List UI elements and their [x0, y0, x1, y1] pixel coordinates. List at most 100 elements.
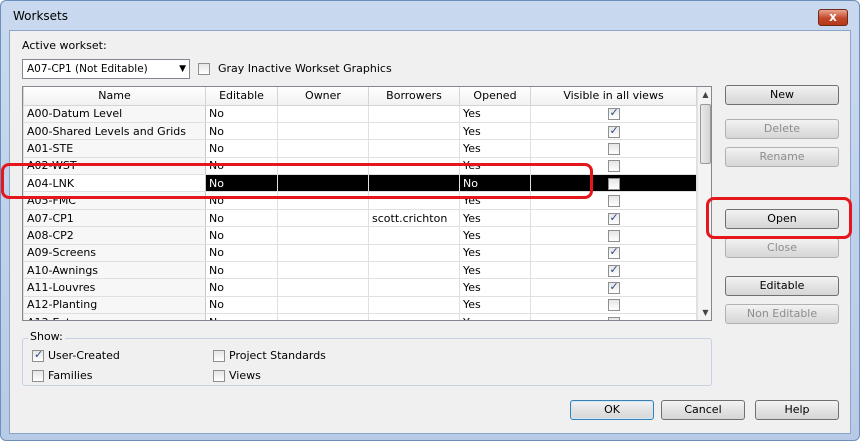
cell-opened[interactable]: Yes	[459, 121, 531, 141]
scroll-up-icon[interactable]: ▲	[698, 87, 711, 102]
scrollbar-thumb[interactable]	[700, 104, 711, 164]
rename-button[interactable]: Rename	[725, 147, 839, 167]
cell-owner[interactable]	[277, 295, 369, 315]
cancel-button[interactable]: Cancel	[661, 400, 745, 420]
non-editable-button[interactable]: Non Editable	[725, 304, 839, 324]
cell-owner[interactable]	[277, 261, 369, 280]
cell-visible[interactable]	[530, 226, 697, 245]
visible-checkbox[interactable]	[607, 211, 620, 225]
project-standards-checkbox[interactable]: Project Standards	[213, 349, 326, 362]
cell-borrowers[interactable]	[368, 313, 460, 320]
visible-checkbox[interactable]	[607, 316, 620, 320]
cell-opened[interactable]: Yes	[459, 295, 531, 315]
cell-name[interactable]: A01-STE	[23, 139, 206, 158]
cell-name[interactable]: A09-Screens	[23, 243, 206, 263]
cell-editable[interactable]: No	[205, 313, 278, 320]
gray-inactive-checkbox-box[interactable]	[198, 62, 210, 75]
column-header-owner[interactable]: Owner	[277, 87, 369, 106]
cell-owner[interactable]	[277, 121, 369, 141]
cell-borrowers[interactable]	[368, 121, 460, 141]
cell-name[interactable]: A12-Planting	[23, 295, 206, 315]
project-standards-checkbox-box[interactable]	[213, 349, 225, 362]
cell-borrowers[interactable]	[368, 139, 460, 158]
table-row[interactable]: A09-Screens No Yes	[23, 243, 697, 263]
cell-editable[interactable]: No	[205, 104, 278, 123]
cell-editable[interactable]: No	[205, 278, 278, 297]
cell-opened[interactable]: Yes	[459, 104, 531, 123]
table-row[interactable]: A00-Shared Levels and Grids No Yes	[23, 121, 697, 141]
column-header-visible[interactable]: Visible in all views	[530, 87, 697, 106]
cell-owner[interactable]	[277, 243, 369, 263]
delete-button[interactable]: Delete	[725, 119, 839, 139]
cell-name[interactable]: A10-Awnings	[23, 261, 206, 280]
visible-checkbox[interactable]	[607, 229, 620, 242]
views-checkbox[interactable]: Views	[213, 369, 261, 382]
cell-editable[interactable]: No	[205, 139, 278, 158]
cell-borrowers[interactable]	[368, 226, 460, 245]
families-checkbox[interactable]: Families	[32, 369, 92, 382]
column-header-opened[interactable]: Opened	[459, 87, 531, 106]
visible-checkbox[interactable]	[607, 263, 620, 277]
ok-button[interactable]: OK	[570, 400, 654, 420]
cell-editable[interactable]: No	[205, 208, 278, 228]
cell-visible[interactable]	[530, 104, 697, 123]
table-row[interactable]: A01-STE No Yes	[23, 139, 697, 158]
visible-checkbox[interactable]	[607, 106, 620, 121]
editable-button[interactable]: Editable	[725, 276, 839, 296]
cell-visible[interactable]	[530, 139, 697, 158]
cell-visible[interactable]	[530, 313, 697, 320]
cell-opened[interactable]: Yes	[459, 243, 531, 263]
visible-checkbox[interactable]	[607, 299, 620, 312]
cell-visible[interactable]	[530, 278, 697, 297]
cell-name[interactable]: A08-CP2	[23, 226, 206, 245]
user-created-checkbox-box[interactable]	[32, 348, 44, 362]
cell-name[interactable]: A07-CP1	[23, 208, 206, 228]
cell-name[interactable]: A00-Datum Level	[23, 104, 206, 123]
cell-opened[interactable]: Yes	[459, 226, 531, 245]
visible-checkbox[interactable]	[607, 160, 620, 173]
table-row[interactable]: A07-CP1 No scott.crichton Yes	[23, 208, 697, 228]
cell-editable[interactable]: No	[205, 243, 278, 263]
table-row[interactable]: A00-Datum Level No Yes	[23, 104, 697, 123]
table-row[interactable]: A12-Planting No Yes	[23, 295, 697, 315]
visible-checkbox[interactable]	[607, 177, 620, 190]
cell-borrowers[interactable]	[368, 243, 460, 263]
active-workset-dropdown[interactable]: A07-CP1 (Not Editable) ▼	[22, 59, 190, 79]
cell-visible[interactable]	[530, 121, 697, 141]
cell-editable[interactable]: No	[205, 121, 278, 141]
cell-name[interactable]: A00-Shared Levels and Grids	[23, 121, 206, 141]
visible-checkbox[interactable]	[607, 124, 620, 138]
visible-checkbox[interactable]	[607, 195, 620, 208]
visible-checkbox[interactable]	[607, 245, 620, 260]
cell-visible[interactable]	[530, 243, 697, 263]
cell-opened[interactable]: Yes	[459, 261, 531, 280]
families-checkbox-box[interactable]	[32, 369, 44, 382]
cell-opened[interactable]: Yes	[459, 278, 531, 297]
close-window-button[interactable]: x	[818, 9, 848, 26]
cell-name[interactable]: A13-Ext	[23, 313, 206, 320]
column-header-borrowers[interactable]: Borrowers	[368, 87, 460, 106]
scroll-down-icon[interactable]: ▼	[698, 305, 711, 320]
views-checkbox-box[interactable]	[213, 369, 225, 382]
table-row[interactable]: A08-CP2 No Yes	[23, 226, 697, 245]
column-header-name[interactable]: Name	[23, 87, 206, 106]
cell-borrowers[interactable]	[368, 104, 460, 123]
user-created-checkbox[interactable]: User-Created	[32, 348, 120, 362]
help-button[interactable]: Help	[755, 400, 839, 420]
cell-visible[interactable]	[530, 261, 697, 280]
new-button[interactable]: New	[725, 85, 839, 105]
cell-visible[interactable]	[530, 295, 697, 315]
cell-owner[interactable]	[277, 139, 369, 158]
cell-editable[interactable]: No	[205, 295, 278, 315]
cell-borrowers[interactable]	[368, 295, 460, 315]
cell-opened[interactable]: Yes	[459, 139, 531, 158]
cell-owner[interactable]	[277, 278, 369, 297]
cell-owner[interactable]	[277, 104, 369, 123]
cell-owner[interactable]	[277, 208, 369, 228]
visible-checkbox[interactable]	[607, 280, 620, 295]
gray-inactive-checkbox[interactable]: Gray Inactive Workset Graphics	[198, 62, 392, 75]
cell-owner[interactable]	[277, 226, 369, 245]
table-row[interactable]: A11-Louvres No Yes	[23, 278, 697, 297]
table-row[interactable]: A13-ExtNo Yes	[23, 313, 697, 320]
visible-checkbox[interactable]	[607, 142, 620, 155]
